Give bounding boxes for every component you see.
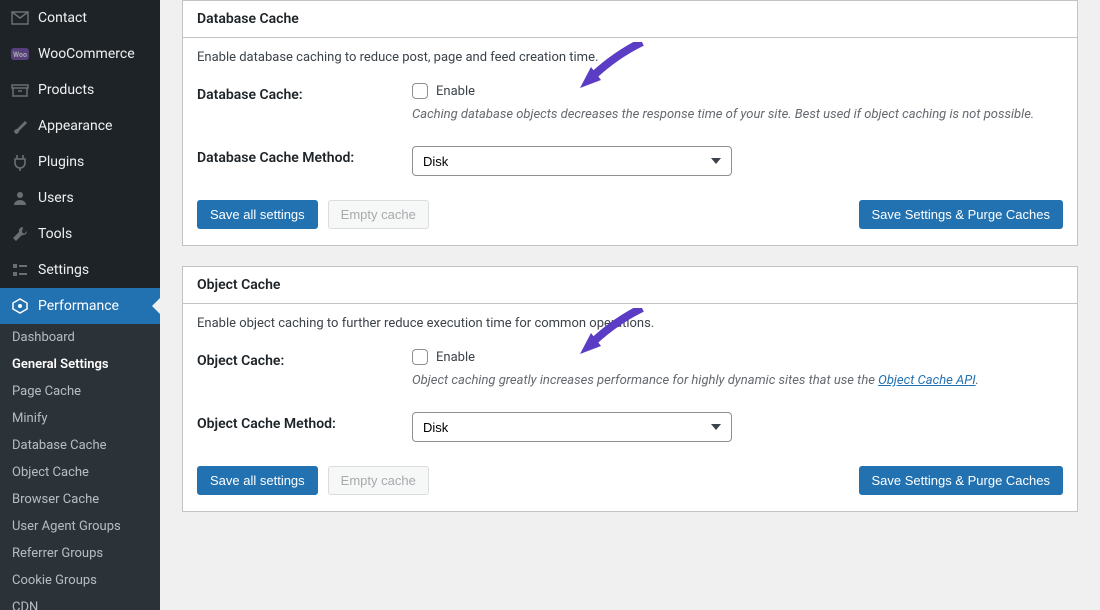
submenu-item-dashboard[interactable]: Dashboard [0, 324, 160, 351]
submenu-item-minify[interactable]: Minify [0, 405, 160, 432]
submenu-item-cdn[interactable]: CDN [0, 594, 160, 610]
field-label: Database Cache: [197, 83, 412, 122]
field-label: Object Cache: [197, 349, 412, 388]
object-cache-panel: Object Cache Enable object caching to fu… [182, 266, 1078, 512]
panel-title: Object Cache [183, 267, 1077, 304]
menu-item-settings[interactable]: Settings [0, 252, 160, 288]
menu-item-label: Tools [38, 226, 72, 242]
menu-item-appearance[interactable]: Appearance [0, 108, 160, 144]
save-purge-button[interactable]: Save Settings & Purge Caches [859, 200, 1064, 229]
menu-item-label: Settings [38, 262, 89, 278]
menu-item-label: Contact [38, 10, 87, 26]
menu-item-tools[interactable]: Tools [0, 216, 160, 252]
submenu-item-page-cache[interactable]: Page Cache [0, 378, 160, 405]
content-area: Database Cache Enable database caching t… [160, 0, 1100, 610]
svg-text:Woo: Woo [13, 51, 27, 59]
database-cache-panel: Database Cache Enable database caching t… [182, 0, 1078, 246]
menu-item-label: Appearance [38, 118, 112, 134]
tools-icon [10, 224, 30, 244]
submenu-item-browser-cache[interactable]: Browser Cache [0, 486, 160, 513]
help-text: Object caching greatly increases perform… [412, 373, 1063, 388]
archive-icon [10, 80, 30, 100]
settings-icon [10, 260, 30, 280]
menu-item-label: Users [38, 190, 74, 206]
field-label: Object Cache Method: [197, 412, 412, 442]
menu-item-label: Performance [38, 298, 119, 314]
save-purge-button[interactable]: Save Settings & Purge Caches [859, 466, 1064, 495]
submenu-item-cookie-groups[interactable]: Cookie Groups [0, 567, 160, 594]
panel-intro: Enable object caching to further reduce … [197, 316, 1063, 331]
database-cache-enable-checkbox[interactable] [412, 83, 428, 99]
menu-item-users[interactable]: Users [0, 180, 160, 216]
menu-item-products[interactable]: Products [0, 72, 160, 108]
submenu-item-general-settings[interactable]: General Settings [0, 351, 160, 378]
menu-item-woocommerce[interactable]: Woo WooCommerce [0, 36, 160, 72]
checkbox-label: Enable [436, 84, 475, 99]
plug-icon [10, 152, 30, 172]
checkbox-label: Enable [436, 350, 475, 365]
object-cache-enable-checkbox[interactable] [412, 349, 428, 365]
menu-item-label: Products [38, 82, 94, 98]
menu-item-performance[interactable]: Performance [0, 288, 160, 324]
menu-item-plugins[interactable]: Plugins [0, 144, 160, 180]
empty-cache-button[interactable]: Empty cache [328, 466, 429, 495]
field-label: Database Cache Method: [197, 146, 412, 176]
submenu-item-database-cache[interactable]: Database Cache [0, 432, 160, 459]
help-text: Caching database objects decreases the r… [412, 107, 1063, 122]
submenu-item-referrer-groups[interactable]: Referrer Groups [0, 540, 160, 567]
empty-cache-button[interactable]: Empty cache [328, 200, 429, 229]
object-cache-api-link[interactable]: Object Cache API [878, 373, 975, 388]
database-cache-method-select[interactable]: Disk [412, 146, 732, 176]
save-all-button[interactable]: Save all settings [197, 466, 318, 495]
submenu-item-user-agent-groups[interactable]: User Agent Groups [0, 513, 160, 540]
save-all-button[interactable]: Save all settings [197, 200, 318, 229]
panel-intro: Enable database caching to reduce post, … [197, 50, 1063, 65]
panel-title: Database Cache [183, 1, 1077, 38]
admin-sidebar: Contact Woo WooCommerce Products Appearance P… [0, 0, 160, 610]
submenu-item-object-cache[interactable]: Object Cache [0, 459, 160, 486]
users-icon [10, 188, 30, 208]
brush-icon [10, 116, 30, 136]
menu-item-label: Plugins [38, 154, 84, 170]
mail-icon [10, 8, 30, 28]
menu-item-label: WooCommerce [38, 46, 135, 62]
woo-icon: Woo [10, 44, 30, 64]
perf-icon [10, 296, 30, 316]
menu-item-contact[interactable]: Contact [0, 0, 160, 36]
object-cache-method-select[interactable]: Disk [412, 412, 732, 442]
